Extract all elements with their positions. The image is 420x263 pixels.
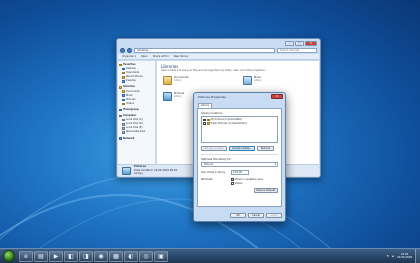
- new-library-button[interactable]: New library: [174, 55, 189, 58]
- library-locations-list[interactable]: ✓ My Pictures (C:\Users\Walt) Public Pict…: [201, 116, 278, 143]
- apply-button[interactable]: Apply: [266, 213, 282, 218]
- maximize-button[interactable]: □: [295, 41, 304, 46]
- remove-button[interactable]: Remove: [257, 146, 274, 151]
- checkmark-icon: ✓: [203, 118, 206, 122]
- attributes-label: Attributes:: [201, 178, 214, 181]
- divider: [201, 154, 278, 155]
- app-icon[interactable]: ◐: [124, 250, 138, 262]
- star-icon: [119, 63, 122, 67]
- navigation-pane: Favorites Desktop Downloads Recent Place…: [118, 61, 156, 165]
- attribute-shared[interactable]: Shared: [231, 182, 263, 185]
- library-icon: [119, 86, 122, 89]
- network-icon: [119, 137, 122, 140]
- open-button[interactable]: Open: [141, 55, 148, 58]
- start-button[interactable]: [3, 250, 15, 262]
- include-folder-button[interactable]: Include a folder...: [229, 146, 255, 151]
- optimize-label: Optimize this library for:: [201, 158, 232, 161]
- set-save-location-button[interactable]: Set save location: [201, 146, 227, 151]
- dialog-body: Library locations: ✓ My Pictures (C:\User…: [197, 108, 282, 207]
- system-tray: ⚑ ◂) 10:26 29.06.2009: [386, 253, 415, 260]
- close-button[interactable]: ✕: [305, 41, 317, 46]
- drive-icon: [122, 127, 125, 130]
- app-icon[interactable]: ◎: [139, 250, 153, 262]
- drive-icon: [122, 123, 125, 126]
- nav-network[interactable]: Network: [119, 137, 154, 141]
- page-description: Open a library to see your files and arr…: [161, 69, 266, 72]
- library-music[interactable]: Music Library: [243, 76, 262, 85]
- taskbar: e ▤ ▶ ◧ ◨ ◉ ▦ ◐ ◎ ▣ ⚑ ◂) 10:26 29.06.200…: [0, 248, 420, 263]
- folder-icon: [206, 122, 210, 125]
- clock-date: 29.06.2009: [397, 256, 412, 259]
- volume-icon[interactable]: ◂): [392, 255, 394, 258]
- cancel-button[interactable]: Cancel: [248, 213, 264, 218]
- app-icon[interactable]: ▦: [109, 250, 123, 262]
- downloads-icon: [122, 71, 125, 75]
- dialog-title: Pictures Properties: [198, 95, 226, 99]
- drive-icon: [122, 118, 125, 122]
- folder-icon: [206, 118, 210, 122]
- checkmark-icon: ✓: [231, 178, 234, 182]
- clock[interactable]: 10:26 29.06.2009: [397, 253, 412, 260]
- app-icon[interactable]: ◧: [64, 250, 78, 262]
- location-item[interactable]: Public Pictures (C:\Users\Public): [203, 122, 276, 126]
- window-controls: — □ ✕: [285, 41, 317, 46]
- internet-explorer-icon[interactable]: e: [19, 250, 33, 262]
- homegroup-icon: [119, 108, 122, 112]
- dialog-close-button[interactable]: ✕: [271, 94, 283, 99]
- music-library-icon: [243, 76, 252, 85]
- address-row: Libraries Search Libraries: [120, 47, 317, 53]
- dialog-footer: OK Cancel Apply: [197, 213, 282, 218]
- explorer-icon[interactable]: ▤: [34, 250, 48, 262]
- music-icon: [122, 94, 125, 97]
- desktop-icon: [122, 80, 125, 83]
- show-desktop-button[interactable]: [415, 249, 420, 263]
- size-row: Size of files in library: 2.64 GB: [201, 170, 278, 175]
- videos-icon: [122, 102, 125, 106]
- command-bar: Organize ▾ Open Share with ▾ New library: [118, 54, 319, 60]
- forward-button[interactable]: [127, 47, 132, 53]
- details-type: Library: [134, 172, 144, 176]
- optimize-select[interactable]: Pictures: [201, 162, 278, 167]
- desktop-icon: [122, 67, 125, 71]
- checkbox-empty: [231, 182, 234, 185]
- attribute-shown-nav-pane[interactable]: ✓ Shown in navigation pane: [231, 178, 263, 181]
- locations-buttons: Set save location Include a folder... Re…: [201, 146, 278, 151]
- minimize-button[interactable]: —: [285, 41, 294, 46]
- search-input[interactable]: Search Libraries: [277, 47, 317, 53]
- attributes-row: Attributes: ✓ Shown in navigation pane Sh…: [201, 178, 278, 185]
- computer-icon: [119, 114, 122, 118]
- address-bar[interactable]: Libraries: [134, 47, 275, 53]
- taskbar-items: e ▤ ▶ ◧ ◨ ◉ ▦ ◐ ◎ ▣: [19, 250, 168, 262]
- app-icon[interactable]: ◨: [79, 250, 93, 262]
- recent-places-icon: [122, 76, 125, 79]
- locations-label: Library locations:: [201, 112, 223, 115]
- pictures-library-icon: [122, 166, 131, 175]
- pictures-library-icon: [163, 92, 172, 101]
- documents-library-icon: [163, 76, 172, 85]
- back-button[interactable]: [120, 47, 125, 53]
- restore-defaults-button[interactable]: Restore Defaults: [254, 188, 278, 193]
- removable-disk-icon: [122, 131, 125, 134]
- library-pictures[interactable]: Pictures Library: [163, 92, 184, 101]
- media-player-icon[interactable]: ▶: [49, 250, 63, 262]
- size-label: Size of files in library:: [201, 171, 226, 174]
- app-icon[interactable]: ▣: [154, 250, 168, 262]
- checkbox-empty: [203, 122, 206, 125]
- library-documents[interactable]: Documents Library: [163, 76, 189, 85]
- pictures-properties-dialog[interactable]: Pictures Properties ✕ Library Library lo…: [193, 92, 286, 222]
- share-with-menu[interactable]: Share with ▾: [153, 55, 169, 58]
- documents-icon: [122, 90, 125, 93]
- organize-menu[interactable]: Organize ▾: [122, 55, 136, 58]
- flag-icon[interactable]: ⚑: [386, 255, 388, 258]
- app-icon[interactable]: ◉: [94, 250, 108, 262]
- ok-button[interactable]: OK: [230, 213, 246, 218]
- pictures-icon: [122, 98, 125, 102]
- size-value: 2.64 GB: [231, 170, 249, 175]
